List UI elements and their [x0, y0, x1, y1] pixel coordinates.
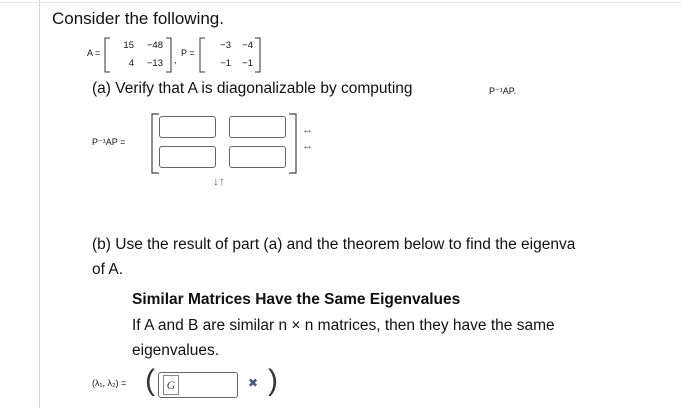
matrix-a-cell-22: −13	[146, 58, 163, 69]
answer-cell-12[interactable]	[229, 116, 286, 138]
matrix-a-right-bracket	[166, 37, 172, 73]
matrix-p-cell-11: −3	[220, 40, 231, 51]
matrix-p-right-bracket	[255, 37, 261, 73]
add-row-arrow-icon[interactable]: ↔	[302, 124, 313, 136]
g-keyboard-icon[interactable]: G	[163, 375, 179, 395]
part-a-expression: P⁻¹AP.	[489, 86, 517, 96]
theorem-text-line1: If A and B are similar n × n matrices, t…	[132, 317, 555, 334]
matrix-p-cell-21: −1	[220, 58, 231, 69]
matrix-a-cell-11: 15	[123, 40, 134, 51]
incorrect-mark-icon: ✖	[248, 376, 259, 390]
matrix-a-label: A =	[87, 48, 101, 58]
problem-intro: Consider the following.	[52, 9, 224, 28]
left-border	[39, 0, 40, 408]
answer-matrix-right-bracket	[289, 113, 297, 174]
matrix-a-cell-12: −48	[146, 40, 163, 51]
row-arrow-glyph: ↔	[302, 140, 313, 152]
answer-cell-21[interactable]	[159, 146, 216, 168]
part-b-prompt-line2: of A.	[92, 261, 124, 278]
part-b-answer-label: (λ₁, λ₂) =	[92, 378, 127, 388]
theorem-text-line2: eigenvalues.	[132, 342, 220, 359]
matrix-p-cell-12: −4	[242, 40, 253, 51]
matrix-separator: ,	[174, 55, 177, 65]
eigenvalues-answer-input[interactable]: G	[158, 372, 238, 398]
part-a-prompt: (a) Verify that A is diagonalizable by c…	[92, 80, 413, 97]
answer-cell-11[interactable]	[159, 116, 216, 138]
top-border	[0, 2, 681, 3]
column-resize-arrows-icon[interactable]: ↓↑	[213, 174, 225, 188]
matrix-p-left-bracket	[199, 37, 205, 73]
matrix-p-label: P =	[181, 48, 195, 58]
row-arrow-glyph: ↔	[302, 124, 313, 136]
theorem-title: Similar Matrices Have the Same Eigenvalu…	[132, 291, 461, 308]
matrix-p-cell-22: −1	[242, 58, 253, 69]
matrix-a-cell-21: 4	[128, 58, 134, 69]
left-paren: (	[145, 364, 155, 397]
part-b-prompt-line1: (b) Use the result of part (a) and the t…	[92, 236, 576, 253]
matrix-a-left-bracket	[104, 37, 110, 73]
part-a-answer-label: P⁻¹AP =	[92, 137, 126, 147]
answer-cell-22[interactable]	[229, 146, 286, 168]
right-paren: )	[268, 364, 278, 397]
remove-row-arrow-icon[interactable]: ↔	[302, 140, 313, 152]
